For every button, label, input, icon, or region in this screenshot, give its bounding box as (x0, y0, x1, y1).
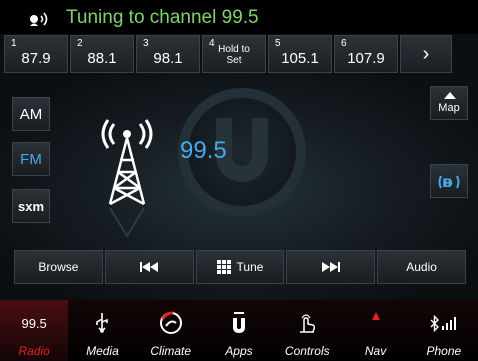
next-presets-button[interactable]: › (400, 35, 452, 73)
preset-frequency: 88.1 (87, 50, 117, 67)
usb-icon (96, 313, 109, 333)
preset-bar: 1 87.9 2 88.1 3 98.1 4 Hold to Set 5 105… (4, 35, 474, 73)
radio-screen: Tuning to channel 99.5 1 87.9 2 88.1 3 9… (0, 0, 478, 361)
control-bar: Browse Tune Audio (14, 250, 466, 284)
current-frequency: 99.5 (180, 137, 227, 164)
seek-back-button[interactable] (104, 250, 194, 284)
up-arrow-icon (444, 92, 456, 99)
nav-controls[interactable]: Controls (273, 300, 341, 361)
apps-icon (232, 312, 245, 333)
preset-number: 2 (77, 38, 83, 49)
nav-label: Phone (426, 344, 462, 358)
status-bar: Tuning to channel 99.5 (0, 0, 478, 34)
radio-tower-icon (101, 119, 153, 238)
bluetooth-signal-icon (430, 314, 456, 333)
preset-1[interactable]: 1 87.9 (4, 35, 68, 73)
sxm-band-button[interactable]: sxm (12, 189, 50, 223)
keypad-icon (216, 260, 231, 274)
preset-5[interactable]: 5 105.1 (268, 35, 332, 73)
nav-label: Apps (225, 344, 253, 358)
nav-media[interactable]: Media (68, 300, 136, 361)
nav-label: Climate (150, 344, 192, 358)
nav-radio[interactable]: 99.5 Radio (0, 300, 69, 361)
chevron-right-icon: › (422, 43, 430, 65)
tune-label: Tune (236, 260, 264, 274)
preset-6[interactable]: 6 107.9 (334, 35, 398, 73)
nav-phone[interactable]: Phone (410, 300, 478, 361)
preset-frequency: 87.9 (21, 50, 51, 67)
nav-label: Radio (18, 344, 50, 358)
preset-hold-label: Hold to Set (218, 44, 250, 66)
preset-2[interactable]: 2 88.1 (70, 35, 134, 73)
nav-label: Media (86, 344, 119, 358)
nav-apps[interactable]: Apps (205, 300, 273, 361)
preset-4[interactable]: 4 Hold to Set (202, 35, 266, 73)
preset-number: 6 (341, 38, 347, 49)
seek-forward-button[interactable] (286, 250, 376, 284)
hd-radio-icon: D H (438, 175, 460, 190)
fm-band-button[interactable]: FM (12, 142, 50, 176)
seek-back-icon (140, 262, 159, 272)
tune-button[interactable]: Tune (195, 250, 285, 284)
audio-button[interactable]: Audio (377, 250, 466, 284)
hd-radio-button[interactable]: D H (430, 164, 468, 198)
nav-arrow-icon (371, 312, 380, 320)
climate-icon (159, 311, 182, 334)
map-label: Map (438, 102, 460, 114)
preset-frequency: 98.1 (153, 50, 183, 67)
preset-3[interactable]: 3 98.1 (136, 35, 200, 73)
browse-button[interactable]: Browse (14, 250, 103, 284)
preset-number: 1 (11, 38, 17, 49)
preset-number: 5 (275, 38, 281, 49)
nav-label: Nav (364, 344, 387, 358)
seek-forward-icon (321, 262, 340, 272)
bottom-nav: 99.5 Radio Media Climate Apps Controls N… (0, 300, 478, 361)
status-title: Tuning to channel 99.5 (66, 7, 259, 28)
touch-hand-icon (300, 314, 316, 333)
radio-value: 99.5 (21, 315, 47, 331)
preset-number: 3 (143, 38, 149, 49)
nav-climate[interactable]: Climate (137, 300, 205, 361)
nav-label: Controls (284, 344, 330, 358)
preset-frequency: 105.1 (281, 50, 319, 67)
preset-frequency: 107.9 (347, 50, 385, 67)
am-band-button[interactable]: AM (12, 97, 50, 131)
map-button[interactable]: Map (430, 86, 468, 120)
nav-navigation[interactable]: Nav (341, 300, 409, 361)
svg-text:H: H (443, 176, 452, 190)
voice-icon (30, 12, 48, 26)
